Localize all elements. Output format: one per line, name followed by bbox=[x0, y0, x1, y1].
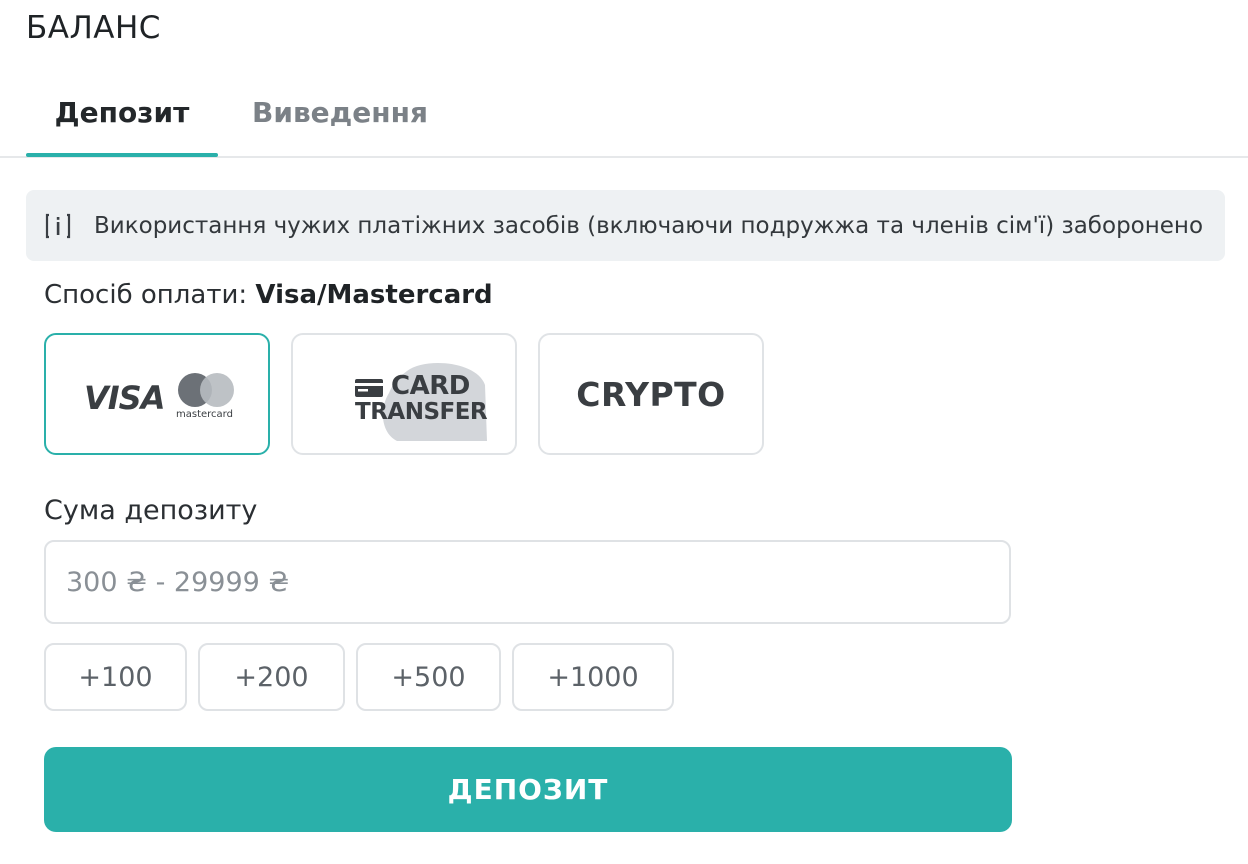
quick-amount-200-button[interactable]: +200 bbox=[198, 643, 345, 711]
amount-input[interactable] bbox=[44, 540, 1011, 624]
notice-banner: Використання чужих платіжних засобів (вк… bbox=[26, 190, 1225, 261]
amount-label: Сума депозиту bbox=[44, 495, 258, 526]
payment-method-prefix: Спосіб оплати: bbox=[44, 280, 248, 310]
tab-bar: Депозит Виведення bbox=[0, 78, 1248, 158]
card-transfer-line1: CARD bbox=[391, 371, 470, 401]
credit-card-icon bbox=[355, 379, 383, 397]
payment-option-card-transfer[interactable]: CARD TRANSFER bbox=[291, 333, 517, 455]
page-title: БАЛАНС bbox=[26, 10, 161, 46]
tab-withdrawal[interactable]: Виведення bbox=[252, 96, 428, 154]
quick-amount-100-button[interactable]: +100 bbox=[44, 643, 187, 711]
notice-text: Використання чужих платіжних засобів (вк… bbox=[94, 212, 1204, 239]
payment-option-crypto[interactable]: CRYPTO bbox=[538, 333, 764, 455]
tab-deposit[interactable]: Депозит bbox=[26, 96, 218, 157]
quick-amount-500-button[interactable]: +500 bbox=[356, 643, 501, 711]
payment-method-label: Спосіб оплати: Visa/Mastercard bbox=[44, 280, 493, 310]
mastercard-text: mastercard bbox=[176, 409, 233, 420]
info-icon bbox=[45, 213, 71, 238]
card-transfer-line2: TRANSFER bbox=[355, 399, 488, 425]
crypto-label: CRYPTO bbox=[576, 375, 726, 414]
deposit-button[interactable]: ДЕПОЗИТ bbox=[44, 747, 1012, 832]
mastercard-logo: mastercard bbox=[176, 373, 238, 423]
payment-option-visa-mastercard[interactable]: VISA mastercard bbox=[44, 333, 270, 455]
payment-method-selected: Visa/Mastercard bbox=[255, 280, 493, 310]
visa-logo: VISA bbox=[84, 379, 165, 417]
quick-amount-1000-button[interactable]: +1000 bbox=[512, 643, 674, 711]
